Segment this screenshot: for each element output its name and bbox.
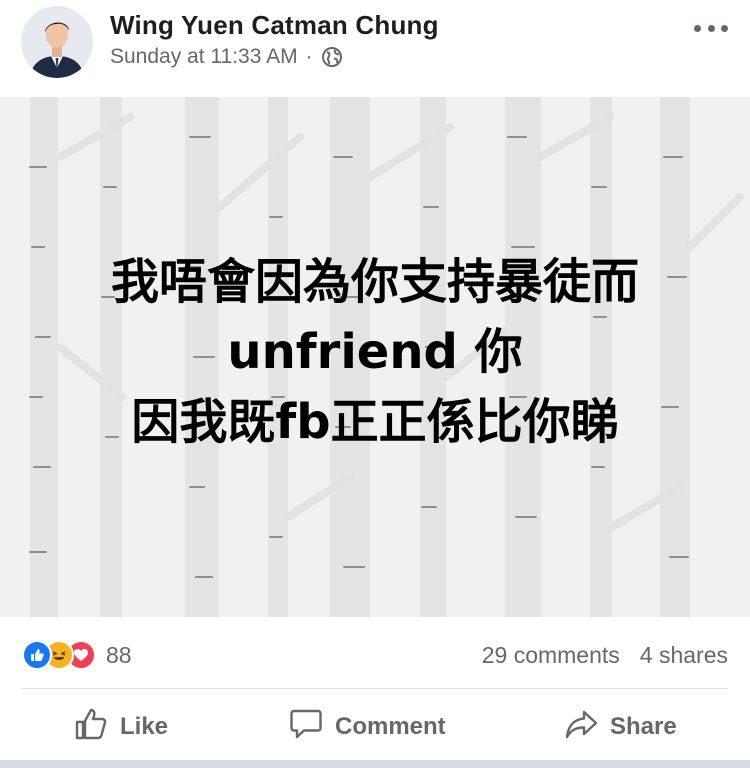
comment-button[interactable]: Comment xyxy=(289,702,446,752)
post-actions: Like Comment Share xyxy=(0,692,750,758)
reaction-count: 88 xyxy=(106,641,132,668)
post-header: Wing Yuen Catman Chung Sunday at 11:33 A… xyxy=(0,0,750,96)
comment-bubble-icon xyxy=(289,707,323,748)
share-button[interactable]: Share xyxy=(564,702,677,752)
post-text: 我唔會因為你支持暴徒而 unfriend 你 因我既fb正正係比你睇 xyxy=(0,247,750,457)
post-text-line-1: 我唔會因為你支持暴徒而 xyxy=(110,254,639,310)
reactions-summary[interactable]: 88 xyxy=(22,640,132,670)
thumbs-up-icon xyxy=(74,707,108,748)
comment-label: Comment xyxy=(335,713,446,740)
globe-icon xyxy=(321,46,343,68)
more-options-icon[interactable] xyxy=(694,18,728,38)
comments-count[interactable]: 29 comments xyxy=(482,642,620,669)
post-text-line-2: unfriend 你 xyxy=(227,324,523,380)
post-background: 我唔會因為你支持暴徒而 unfriend 你 因我既fb正正係比你睇 xyxy=(0,97,750,617)
timestamp[interactable]: Sunday at 11:33 AM xyxy=(110,45,298,69)
post-stats: 88 29 comments 4 shares xyxy=(0,630,750,680)
like-label: Like xyxy=(120,713,169,740)
like-reaction-icon xyxy=(22,640,52,670)
share-label: Share xyxy=(610,713,677,740)
post-text-line-3: 因我既fb正正係比你睇 xyxy=(131,394,619,450)
like-button[interactable]: Like xyxy=(74,702,168,752)
meta-separator: · xyxy=(305,45,313,68)
post-meta: Sunday at 11:33 AM · xyxy=(110,45,343,69)
feed-separator xyxy=(0,760,750,768)
avatar[interactable] xyxy=(21,6,93,78)
shares-count[interactable]: 4 shares xyxy=(640,642,728,669)
actions-divider xyxy=(22,688,728,689)
author-name[interactable]: Wing Yuen Catman Chung xyxy=(110,10,439,41)
share-arrow-icon xyxy=(564,707,598,748)
engagement-counts: 29 comments 4 shares xyxy=(482,642,728,669)
